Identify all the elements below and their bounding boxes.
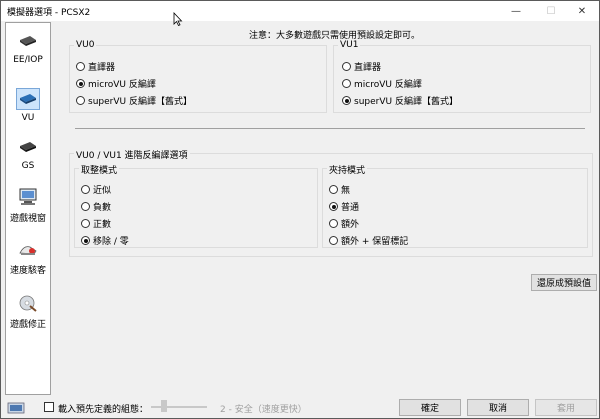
radio-button-selected[interactable]: [76, 79, 85, 88]
sidebar-item-label: 遊戲修正: [9, 320, 46, 330]
vu1-supervu-radio[interactable]: superVU 反編譯【舊式】: [342, 94, 458, 107]
vu0-supervu-radio[interactable]: superVU 反編譯【舊式】: [76, 94, 192, 107]
radio-button-selected[interactable]: [342, 96, 351, 105]
restore-defaults-button[interactable]: 還原成預設值: [531, 274, 597, 291]
radio-label: 負數: [93, 203, 112, 213]
monitor-icon: [17, 187, 39, 207]
vu0-interpreter-radio[interactable]: 直譯器: [76, 60, 115, 73]
sidebar-item-label: 速度駭客: [9, 266, 46, 276]
clamping-extra-radio[interactable]: 額外: [329, 217, 359, 230]
speed-hack-icon: [17, 239, 39, 259]
title-bar: 模擬器選項 - PCSX2 — ☐ ✕: [1, 1, 599, 26]
radio-label: 無: [341, 186, 351, 196]
vu0-microvu-radio[interactable]: microVU 反編譯: [76, 77, 156, 90]
radio-label: 移除 / 零: [93, 237, 129, 247]
radio-button[interactable]: [329, 185, 338, 194]
pcsx2-logo-icon: [7, 402, 25, 414]
rounding-negative-radio[interactable]: 負數: [81, 200, 111, 213]
radio-label: superVU 反編譯【舊式】: [88, 97, 192, 107]
clamping-none-radio[interactable]: 無: [329, 183, 350, 196]
group-title: VU0: [74, 40, 97, 50]
vu0-group: VU0 直譯器 microVU 反編譯 superVU 反編譯【舊式】: [69, 40, 327, 113]
radio-button-selected[interactable]: [81, 236, 90, 245]
clamping-extra-preserve-radio[interactable]: 額外 + 保留標記: [329, 234, 408, 247]
rounding-nearest-radio[interactable]: 近似: [81, 183, 111, 196]
chip-icon: [17, 31, 39, 51]
maximize-button[interactable]: ☐: [536, 1, 566, 21]
sidebar-item-label: GS: [21, 161, 35, 171]
mouse-cursor-icon: [173, 12, 183, 26]
radio-button[interactable]: [81, 185, 90, 194]
minimize-button[interactable]: —: [501, 1, 531, 21]
close-button[interactable]: ✕: [567, 1, 597, 21]
rounding-positive-radio[interactable]: 正數: [81, 217, 111, 230]
radio-button[interactable]: [76, 62, 85, 71]
radio-button[interactable]: [76, 96, 85, 105]
settings-sidebar: EE/IOP VU GS 遊戲視窗 速度駭客 遊戲修正: [5, 22, 51, 395]
sidebar-item-speed-hacks[interactable]: 速度駭客: [6, 233, 50, 283]
rounding-chop-zero-radio[interactable]: 移除 / 零: [81, 234, 129, 247]
apply-button[interactable]: 套用: [535, 399, 597, 416]
options-window: 模擬器選項 - PCSX2 — ☐ ✕ EE/IOP VU GS 遊戲視窗 速度…: [0, 0, 600, 419]
radio-label: 直譯器: [354, 63, 382, 73]
radio-label: microVU 反編譯: [354, 80, 422, 90]
sidebar-item-label: 遊戲視窗: [9, 214, 46, 224]
sidebar-item-game-window[interactable]: 遊戲視窗: [6, 181, 50, 231]
advanced-options-group: VU0 / VU1 進階反編譯選項 取整模式 近似 負數 正數 移除 / 零 夾…: [69, 148, 593, 257]
radio-label: microVU 反編譯: [88, 80, 156, 90]
radio-button[interactable]: [342, 62, 351, 71]
radio-label: 近似: [93, 186, 112, 196]
vu-chip-icon: [16, 88, 40, 110]
vu1-group: VU1 直譯器 microVU 反編譯 superVU 反編譯【舊式】: [333, 40, 591, 113]
sidebar-item-label: VU: [21, 113, 35, 123]
group-title: VU1: [338, 40, 361, 50]
group-title: 取整模式: [79, 163, 120, 176]
sidebar-item-vu[interactable]: VU: [6, 83, 50, 133]
sidebar-item-game-fixes[interactable]: 遊戲修正: [6, 287, 50, 337]
radio-label: 普通: [341, 203, 360, 213]
load-preset-checkbox[interactable]: [44, 402, 54, 412]
radio-label: 正數: [93, 220, 112, 230]
radio-button[interactable]: [342, 79, 351, 88]
radio-label: 額外: [341, 220, 360, 230]
group-title: VU0 / VU1 進階反編譯選項: [74, 148, 190, 161]
notice-text: 注意：大多數遊戲只需使用預設設定即可。: [249, 31, 421, 41]
sidebar-item-ee-iop[interactable]: EE/IOP: [6, 25, 50, 75]
cancel-button[interactable]: 取消: [467, 399, 529, 416]
sidebar-item-label: EE/IOP: [13, 55, 43, 65]
section-divider: [75, 128, 585, 129]
radio-label: 額外 + 保留標記: [341, 237, 409, 247]
radio-button[interactable]: [81, 202, 90, 211]
ok-button[interactable]: 確定: [399, 399, 461, 416]
game-fix-icon: [17, 293, 39, 313]
radio-button[interactable]: [81, 219, 90, 228]
preset-value-text: 2 - 安全（速度更快）: [220, 405, 307, 415]
radio-button-selected[interactable]: [329, 202, 338, 211]
radio-button[interactable]: [329, 219, 338, 228]
radio-button[interactable]: [329, 236, 338, 245]
clamping-normal-radio[interactable]: 普通: [329, 200, 359, 213]
clamping-mode-group: 夾持模式 無 普通 額外 額外 + 保留標記: [322, 163, 588, 248]
preset-slider-thumb[interactable]: [161, 400, 167, 412]
radio-label: superVU 反編譯【舊式】: [354, 97, 458, 107]
load-preset-label: 載入預先定義的組態：: [58, 405, 149, 415]
rounding-mode-group: 取整模式 近似 負數 正數 移除 / 零: [74, 163, 318, 248]
sidebar-item-gs[interactable]: GS: [6, 131, 50, 181]
preset-slider-track[interactable]: [151, 406, 207, 408]
vu1-interpreter-radio[interactable]: 直譯器: [342, 60, 381, 73]
gs-chip-icon: [17, 137, 39, 157]
window-title: 模擬器選項 - PCSX2: [7, 8, 91, 18]
radio-label: 直譯器: [88, 63, 116, 73]
group-title: 夾持模式: [327, 163, 368, 176]
vu1-microvu-radio[interactable]: microVU 反編譯: [342, 77, 422, 90]
